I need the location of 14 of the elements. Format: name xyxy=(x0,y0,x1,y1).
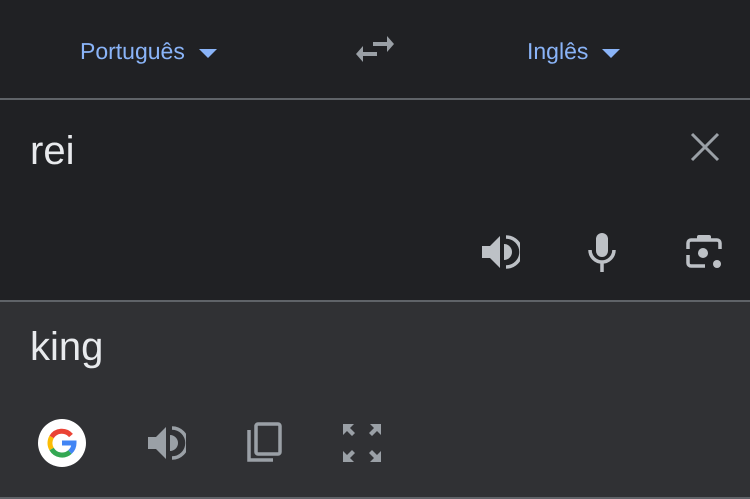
caret-icon xyxy=(198,48,217,58)
speaker-button[interactable] xyxy=(480,234,520,270)
fullscreen-button[interactable] xyxy=(342,423,382,463)
target-language-dropdown[interactable]: Inglês xyxy=(527,38,620,64)
copy-button[interactable] xyxy=(246,422,282,464)
caret-icon xyxy=(602,48,620,58)
close-button[interactable] xyxy=(690,132,720,162)
translation-text: king xyxy=(30,324,104,370)
source-text: rei xyxy=(30,128,74,174)
camera-button[interactable] xyxy=(684,233,724,271)
speaker-button[interactable] xyxy=(146,425,186,461)
source-language-dropdown[interactable]: Português xyxy=(80,38,217,64)
microphone-button[interactable] xyxy=(586,232,618,272)
multicolor-g-button[interactable] xyxy=(38,419,86,467)
